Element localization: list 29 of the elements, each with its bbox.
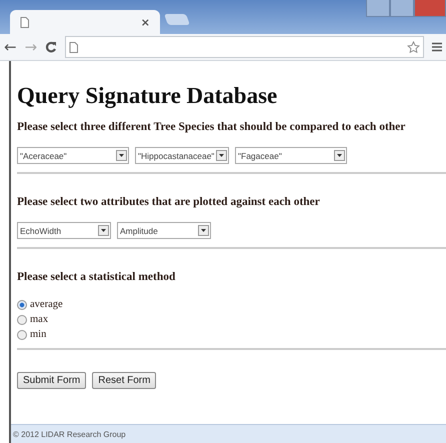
radio-button[interactable] (17, 330, 27, 340)
radio-label: min (30, 329, 46, 340)
back-button[interactable]: ← (4, 38, 17, 56)
radio-label: average (30, 299, 63, 310)
page-icon (20, 16, 29, 28)
star-icon[interactable] (407, 40, 420, 54)
form-button[interactable]: Submit Form (17, 372, 86, 389)
reload-icon[interactable] (45, 41, 58, 53)
footer: © 2012 LIDAR Research Group (11, 424, 446, 443)
page-title: Query Signature Database (17, 83, 278, 109)
section-heading: Please select two attributes that are plotted against each other (17, 196, 321, 208)
section-heading: Please select a statistical method (17, 271, 176, 283)
radio-label: max (30, 314, 48, 325)
page-icon (69, 42, 78, 52)
dropdown[interactable]: EchoWidth (17, 222, 111, 239)
menu-icon[interactable] (432, 42, 442, 52)
radio-button[interactable] (17, 300, 27, 310)
dropdown[interactable]: "Hippocastanaceae" (135, 147, 229, 164)
form-button[interactable]: Reset Form (92, 372, 156, 389)
dropdown[interactable]: "Fagaceae" (235, 147, 347, 164)
radio-button[interactable] (17, 314, 27, 324)
radio-option[interactable]: average (17, 297, 446, 312)
dropdown[interactable]: "Aceraceae" (17, 147, 129, 164)
dropdown[interactable]: Amplitude (117, 222, 211, 239)
radio-option[interactable]: min (17, 327, 446, 342)
browser-tab[interactable]: × (10, 10, 160, 34)
radio-option[interactable]: max (17, 312, 446, 327)
section-heading: Please select three different Tree Species that should be compared to each other (17, 121, 406, 133)
tab-close-button[interactable]: × (140, 16, 150, 28)
